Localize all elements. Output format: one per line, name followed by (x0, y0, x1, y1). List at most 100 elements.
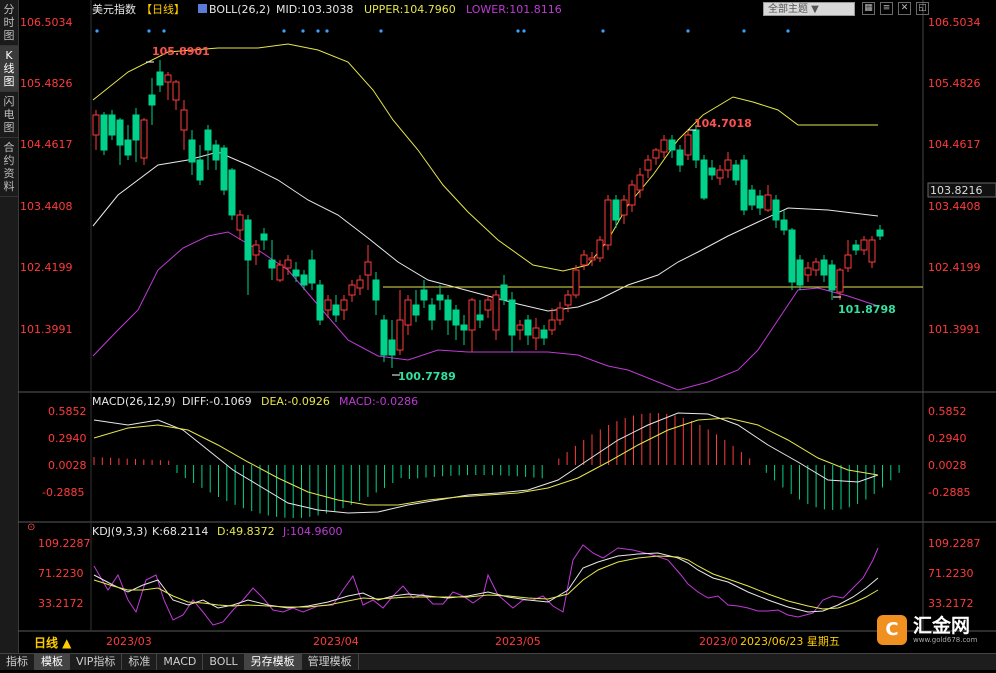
candle-body (724, 159, 732, 171)
candle-body (452, 309, 460, 326)
candle-body (596, 239, 604, 259)
candle-body (180, 109, 188, 131)
candle-body (356, 279, 364, 289)
kdj-tick-left: 33.2172 (38, 597, 84, 610)
price-tick-right: 104.4617 (928, 138, 981, 151)
price-tick-left: 104.4617 (20, 138, 73, 151)
macd-title: MACD(26,12,9) (92, 395, 176, 408)
candle-body (260, 233, 268, 241)
candle-body (420, 289, 428, 301)
candle-body (540, 329, 548, 339)
date-tick: 2023/03 (106, 635, 152, 648)
boll-name: BOLL(26,2) (209, 3, 270, 16)
restore-icon[interactable]: ◱ (916, 2, 929, 15)
watermark-logo-icon: C (877, 615, 907, 645)
boll-upper: UPPER:104.7960 (364, 3, 456, 16)
candle-body (524, 319, 532, 336)
left-tab-0[interactable]: 分时图 (0, 0, 18, 46)
macd-histogram (93, 413, 900, 518)
candle-body (348, 284, 356, 296)
price-tick-right: 106.5034 (928, 16, 981, 29)
candle-body (340, 299, 348, 311)
candle-body (620, 199, 628, 216)
kdj-tick-right: 71.2230 (928, 567, 974, 580)
boll-bands (92, 43, 879, 391)
toolbar-button-7[interactable]: 管理模板 (302, 654, 359, 670)
candle-body (628, 184, 636, 206)
cursor-date: 2023/06/23 星期五 (740, 635, 840, 648)
candle-body (460, 324, 468, 331)
kdj-tick-right: 109.2287 (928, 537, 981, 550)
left-tab-bar: 分时图 K线图 闪电图 合约资料 (0, 0, 19, 669)
annotation-high1: 105.8901 (152, 45, 210, 58)
event-dot (516, 29, 520, 33)
candle-body (196, 159, 204, 181)
candle-body (652, 149, 660, 159)
grid-icon[interactable]: ▦ (862, 2, 875, 15)
left-tab-3[interactable]: 合约资料 (0, 138, 18, 197)
left-tab-1[interactable]: K线图 (0, 46, 18, 92)
macd-value: MACD:-0.0286 (339, 395, 418, 408)
event-dot (147, 29, 151, 33)
candle-body (572, 269, 580, 296)
kdj-title: KDJ(9,3,3) (92, 525, 148, 538)
candle-body (660, 139, 668, 153)
candle-body (284, 259, 292, 269)
settings-icon[interactable]: ⊙ (27, 522, 35, 533)
price-tick-left: 101.3991 (20, 323, 73, 336)
boll-lower: LOWER:101.8116 (466, 3, 562, 16)
macd-tick-left: 0.2940 (48, 432, 87, 445)
candle-body (228, 169, 236, 216)
macd-tick-right: 0.0028 (928, 459, 967, 472)
event-dot (95, 29, 99, 33)
kdj-j: J:104.9600 (282, 525, 342, 538)
candle-body (484, 299, 492, 311)
price-tick-left: 102.4199 (20, 261, 73, 274)
toolbar-button-2[interactable]: VIP指标 (70, 654, 123, 670)
close-icon[interactable]: ✕ (898, 2, 911, 15)
toolbar-button-5[interactable]: BOLL (203, 654, 245, 670)
candle-body (636, 174, 644, 191)
candle-body (748, 189, 756, 206)
annotation-low2: 101.8798 (838, 303, 896, 316)
candle-body (148, 94, 156, 106)
chart-type-icon[interactable] (198, 4, 207, 13)
candle-body (476, 314, 484, 321)
candle-body (772, 199, 780, 221)
toolbar-button-6[interactable]: 另存模板 (244, 654, 302, 670)
candle-body (604, 199, 612, 246)
left-tab-2[interactable]: 闪电图 (0, 92, 18, 138)
macd-axis: 0.5852 0.5852 0.2940 0.2940 0.0028 0.0028 -0.2… (42, 405, 970, 499)
boll-lower-line (92, 231, 879, 391)
candle-body (332, 304, 340, 316)
candle-body (412, 304, 420, 316)
event-dot (686, 29, 690, 33)
macd-lines (93, 412, 879, 514)
candle-body (308, 259, 316, 284)
candle-body (236, 214, 244, 231)
candle-body (396, 319, 404, 351)
candle-body (108, 114, 116, 136)
list-icon[interactable]: ≡ (880, 2, 893, 15)
candle-body (92, 114, 100, 136)
candle-body (820, 259, 828, 276)
macd-tick-left: -0.2885 (42, 486, 84, 499)
candle-body (828, 264, 836, 291)
toolbar-button-4[interactable]: MACD (157, 654, 204, 670)
candle-body (276, 264, 284, 281)
watermark-name: 汇金网 (913, 614, 971, 637)
toolbar-button-3[interactable]: 标准 (122, 654, 158, 670)
candle-body (644, 159, 652, 171)
event-dot (601, 29, 605, 33)
theme-dropdown[interactable]: 全部主题 ▼ (763, 2, 855, 16)
chart-area: 美元指数 【日线】 BOLL(26,2) MID:103.3038 UPPER:… (18, 0, 996, 669)
candle-body (116, 119, 124, 146)
toolbar-button-0[interactable]: 指标 (0, 654, 35, 670)
macd-tick-right: -0.2885 (928, 486, 970, 499)
candle-body (788, 229, 796, 283)
period-selector[interactable]: 日线 ▲ (34, 635, 72, 650)
kdj-k: K:68.2114 (152, 525, 208, 538)
candle-body (804, 267, 812, 276)
toolbar-button-1[interactable]: 模板 (35, 654, 70, 670)
candle-body (220, 147, 228, 191)
